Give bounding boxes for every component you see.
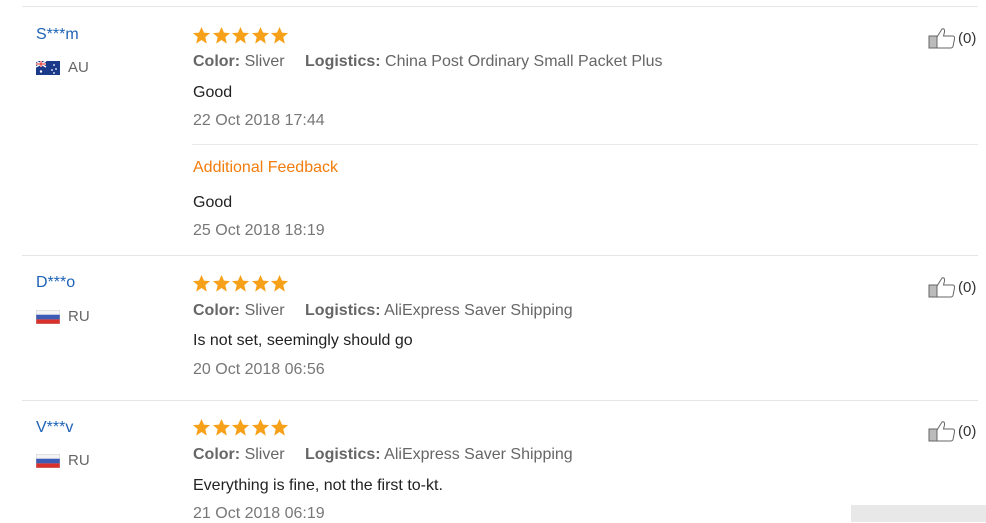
star-icon [251, 26, 269, 44]
country-code: AU [68, 59, 89, 76]
additional-feedback-date: 25 Oct 2018 18:19 [193, 222, 325, 239]
additional-feedback-title: Additional Feedback [193, 159, 338, 176]
star-icon [231, 274, 250, 292]
color-value: Sliver [244, 302, 285, 319]
star-rating [192, 26, 290, 45]
reviewer-name[interactable]: V***v [36, 419, 73, 437]
helpful-button[interactable]: (0) [928, 276, 976, 298]
review-date: 20 Oct 2018 06:56 [193, 361, 325, 378]
color-label: Color: [193, 53, 241, 70]
reviewer-country: AU [36, 59, 89, 76]
star-icon [192, 26, 211, 44]
review-text: Is not set, seemingly should go [193, 332, 413, 349]
additional-divider [192, 144, 978, 145]
review-text: Everything is fine, not the first to-kt. [193, 477, 443, 494]
color-label: Color: [193, 302, 241, 319]
reviewer-country: RU [36, 308, 90, 325]
additional-feedback-text: Good [193, 194, 233, 211]
top-divider [22, 6, 978, 7]
review-divider [22, 255, 978, 256]
star-icon [270, 274, 289, 292]
order-attributes: Color: Sliver Logistics: AliExpress Save… [193, 446, 573, 464]
star-rating [192, 274, 290, 293]
star-icon [231, 26, 250, 44]
star-icon [212, 26, 230, 44]
star-icon [231, 418, 250, 436]
logistics-value: AliExpress Saver Shipping [384, 302, 573, 319]
logistics-value: AliExpress Saver Shipping [384, 446, 573, 463]
star-icon [212, 418, 230, 436]
logistics-label: Logistics: [305, 53, 381, 70]
country-code: RU [68, 452, 90, 469]
star-icon [212, 274, 230, 292]
logistics-label: Logistics: [305, 302, 381, 319]
color-value: Sliver [244, 53, 285, 70]
reviewer-country: RU [36, 452, 90, 469]
helpful-button[interactable]: (0) [928, 27, 976, 49]
thumbs-up-icon [928, 421, 956, 442]
australia-flag-icon [36, 60, 60, 75]
helpful-button[interactable]: (0) [928, 420, 976, 442]
color-label: Color: [193, 446, 241, 463]
star-icon [270, 418, 289, 436]
country-code: RU [68, 308, 90, 325]
helpful-count: (0) [958, 278, 977, 296]
star-icon [192, 274, 211, 292]
thumbs-up-icon [928, 277, 956, 298]
thumbs-up-icon [928, 28, 956, 49]
review-date: 22 Oct 2018 17:44 [193, 112, 325, 129]
logistics-value: China Post Ordinary Small Packet Plus [385, 53, 663, 70]
helpful-count: (0) [958, 422, 977, 440]
helpful-count: (0) [958, 29, 977, 47]
star-icon [192, 418, 211, 436]
logistics-label: Logistics: [305, 446, 381, 463]
russia-flag-icon [36, 453, 60, 468]
star-icon [251, 274, 269, 292]
star-rating [192, 418, 290, 437]
reviewer-name[interactable]: S***m [36, 26, 79, 44]
order-attributes: Color: Sliver Logistics: China Post Ordi… [193, 53, 663, 71]
review-date: 21 Oct 2018 06:19 [193, 505, 325, 522]
star-icon [251, 418, 269, 436]
bottom-overlay-bar [851, 505, 986, 522]
star-icon [270, 26, 289, 44]
review-text: Good [193, 84, 233, 101]
reviewer-name[interactable]: D***o [36, 274, 75, 292]
russia-flag-icon [36, 309, 60, 324]
order-attributes: Color: Sliver Logistics: AliExpress Save… [193, 302, 573, 320]
color-value: Sliver [244, 446, 285, 463]
review-divider [22, 400, 978, 401]
